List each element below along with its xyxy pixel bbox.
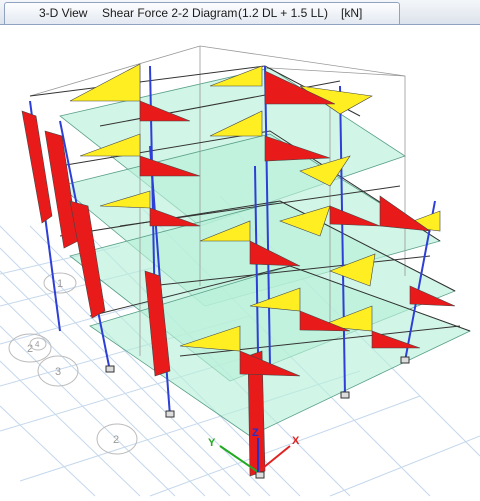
model-canvas[interactable]: 1 2 3 4 2 X Y Z [0,26,480,501]
grid-bubble-label: 3 [55,366,61,378]
shear-diagram[interactable] [21,110,53,224]
z-axis-label: Z [252,427,259,439]
support[interactable] [400,356,410,364]
support[interactable] [340,391,350,399]
support[interactable] [105,365,115,373]
model-viewport[interactable]: 1 2 3 4 2 X Y Z [0,26,480,501]
view-tab[interactable]: 3-D View Shear Force 2-2 Diagram (1.2 DL… [4,2,400,24]
x-axis-label: X [292,435,300,447]
support[interactable] [165,410,175,418]
grid-bubble[interactable]: 3 [37,355,79,387]
diagram-name: Shear Force 2-2 Diagram [102,6,238,20]
shear-diagram[interactable] [209,65,263,87]
shear-diagram[interactable] [264,70,336,105]
view-name: 3-D View [39,6,88,20]
grid-bubble-label: 4 [35,340,40,349]
y-axis-label: Y [208,437,216,449]
grid-bubble-label: 2 [113,434,119,446]
etabs-3d-view-window: 3-D View Shear Force 2-2 Diagram (1.2 DL… [0,0,480,501]
shear-diagram[interactable] [69,63,141,102]
load-combination: (1.2 DL + 1.5 LL) [238,6,328,20]
grid-bubble-label: 1 [57,278,63,290]
grid-bubbles: 1 2 3 4 2 [8,272,138,455]
view-tab-strip: 3-D View Shear Force 2-2 Diagram (1.2 DL… [0,0,480,25]
support[interactable] [255,471,265,479]
units: [kN] [341,6,363,20]
grid-bubble[interactable]: 1 [43,272,77,294]
